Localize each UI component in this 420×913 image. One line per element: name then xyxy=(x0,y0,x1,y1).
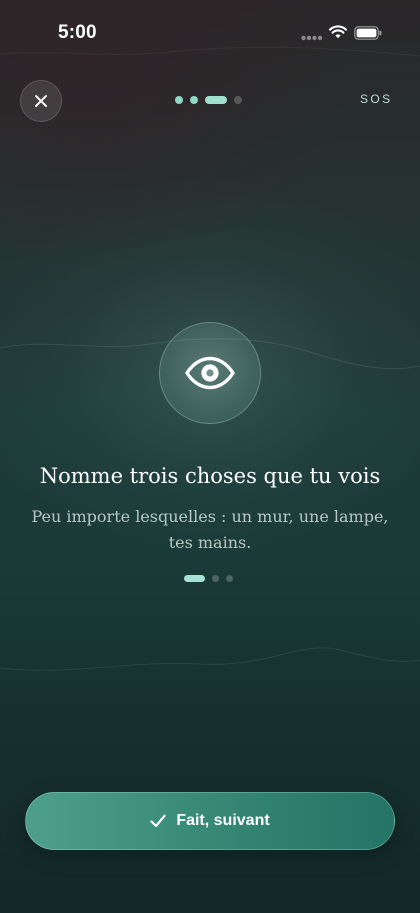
step-dot-pending xyxy=(234,96,242,104)
step-dot-current xyxy=(205,96,227,104)
done-next-label: Fait, suivant xyxy=(176,812,270,829)
status-time: 5:00 xyxy=(58,22,97,43)
item-dot-pending xyxy=(226,575,233,582)
wifi-icon xyxy=(329,25,347,39)
exercise-subtitle-line: tes mains. xyxy=(168,533,252,552)
cellular-signal-icon xyxy=(301,35,323,41)
step-progress-indicator xyxy=(175,96,242,104)
close-icon xyxy=(35,95,47,107)
sos-button[interactable]: SOS xyxy=(360,92,402,108)
exercise-subtitle: Peu importe lesquelles : un mur, une lam… xyxy=(20,504,400,556)
exercise-subtitle-line: Peu importe lesquelles : un mur, une lam… xyxy=(31,507,389,526)
exercise-icon-circle xyxy=(159,322,261,424)
done-next-button[interactable]: Fait, suivant xyxy=(25,792,395,850)
battery-icon xyxy=(354,26,382,40)
close-button[interactable] xyxy=(20,80,62,122)
eye-icon xyxy=(185,356,235,390)
status-bar: 5:00 xyxy=(0,0,420,64)
step-dot-completed xyxy=(175,96,183,104)
exercise-title: Nomme trois choses que tu vois xyxy=(39,464,381,488)
grounding-exercise-screen: 5:00 SOS Nomme trois choses que tu vois … xyxy=(0,0,420,913)
checkmark-icon xyxy=(150,814,166,828)
item-dot-pending xyxy=(212,575,219,582)
background-waves xyxy=(0,46,420,671)
item-dot-current xyxy=(184,575,205,582)
step-dot-completed xyxy=(190,96,198,104)
item-progress-indicator xyxy=(184,575,233,582)
